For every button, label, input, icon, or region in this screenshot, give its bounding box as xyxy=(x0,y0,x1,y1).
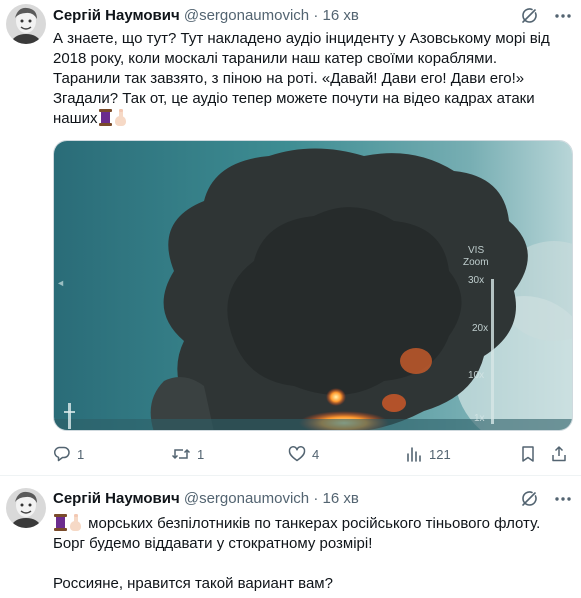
author-handle[interactable]: @sergonaumovich xyxy=(184,7,309,24)
header-actions xyxy=(519,489,573,509)
separator-dot: · xyxy=(313,7,319,24)
zoom-tick-30x: 30x xyxy=(468,275,484,286)
video-media[interactable]: ◄ VIS Zoom 30x 20x 10x 1x xyxy=(53,140,573,431)
more-options-icon[interactable] xyxy=(553,6,573,26)
timestamp[interactable]: 16 хв xyxy=(323,7,359,24)
views-button[interactable]: 121 xyxy=(405,444,451,464)
retweet-button[interactable]: 1 xyxy=(171,444,204,464)
bookmark-button[interactable] xyxy=(520,444,536,464)
avatar[interactable] xyxy=(6,488,46,528)
share-button[interactable] xyxy=(550,444,568,464)
tweet-text: А знаете, що тут? Тут накладено аудіо ін… xyxy=(53,29,573,129)
video-frame: ◄ VIS Zoom 30x 20x 10x 1x xyxy=(54,141,572,430)
zoom-label-zoom: Zoom xyxy=(463,257,489,268)
text-line: Борг будемо віддавати у стократному розм… xyxy=(53,535,373,552)
zoom-tick-1x: 1x xyxy=(474,413,485,424)
svg-text:◄: ◄ xyxy=(58,279,64,289)
reply-count: 1 xyxy=(77,446,85,462)
zoom-label-vis: VIS xyxy=(468,245,484,256)
text-line: морських безпілотників по танкерах росій… xyxy=(88,515,541,532)
more-options-icon[interactable] xyxy=(553,489,573,509)
author-name[interactable]: Сергій Наумович xyxy=(53,490,180,507)
pointing-hand-emoji xyxy=(68,514,84,531)
views-count: 121 xyxy=(429,446,451,462)
share-icon xyxy=(552,446,566,462)
heart-icon xyxy=(288,446,306,462)
text-line: 2018 року, коли москалі таранили наш кат… xyxy=(53,50,498,67)
action-bar: 1 1 4 121 xyxy=(53,444,573,464)
text-line: А знаете, що тут? Тут накладено аудіо ін… xyxy=(53,30,550,47)
retweet-count: 1 xyxy=(197,446,205,462)
author-name[interactable]: Сергій Наумович xyxy=(53,7,180,24)
pointing-hand-emoji xyxy=(113,109,129,126)
bookmark-icon xyxy=(522,446,534,462)
tweet-text: морських безпілотників по танкерах росій… xyxy=(53,514,573,594)
views-icon xyxy=(407,447,421,462)
grok-icon[interactable] xyxy=(519,6,539,26)
separator-dot: · xyxy=(313,490,319,507)
grok-icon[interactable] xyxy=(519,489,539,509)
text-line-first: морських безпілотників по танкерах росій… xyxy=(53,514,573,534)
zoom-tick-10x: 10x xyxy=(468,370,484,381)
author-handle[interactable]: @sergonaumovich xyxy=(184,490,309,507)
tweet-header: Сергій Наумович @sergonaumovich · 16 хв xyxy=(53,6,359,26)
text-line: Таранили так завзято, з піною на роті. «… xyxy=(53,70,525,87)
avatar-image xyxy=(6,488,46,528)
text-line: Россияне, нравится такой вариант вам? xyxy=(53,575,333,592)
thread-spool-emoji xyxy=(98,109,113,126)
reply-icon xyxy=(53,446,70,462)
like-button[interactable]: 4 xyxy=(288,444,319,464)
thread-spool-emoji xyxy=(53,514,68,531)
avatar-image xyxy=(6,4,46,44)
text-line: Згадали? Так от, це аудіо тепер можете п… xyxy=(53,90,535,107)
header-actions xyxy=(519,6,573,26)
timestamp[interactable]: 16 хв xyxy=(323,490,359,507)
avatar[interactable] xyxy=(6,4,46,44)
tweet-1[interactable]: Сергій Наумович @sergonaumovich · 16 хв … xyxy=(0,0,581,476)
text-line-last: наших xyxy=(53,109,573,129)
text-line-blank xyxy=(53,554,573,574)
tweet-2[interactable]: Сергій Наумович @sergonaumovich · 16 хв … xyxy=(0,476,581,598)
tweet-header: Сергій Наумович @sergonaumovich · 16 хв xyxy=(53,489,359,509)
retweet-icon xyxy=(171,448,191,460)
zoom-tick-20x: 20x xyxy=(472,323,488,334)
reply-button[interactable]: 1 xyxy=(53,444,84,464)
like-count: 4 xyxy=(312,446,320,462)
text-line: наших xyxy=(53,110,98,127)
